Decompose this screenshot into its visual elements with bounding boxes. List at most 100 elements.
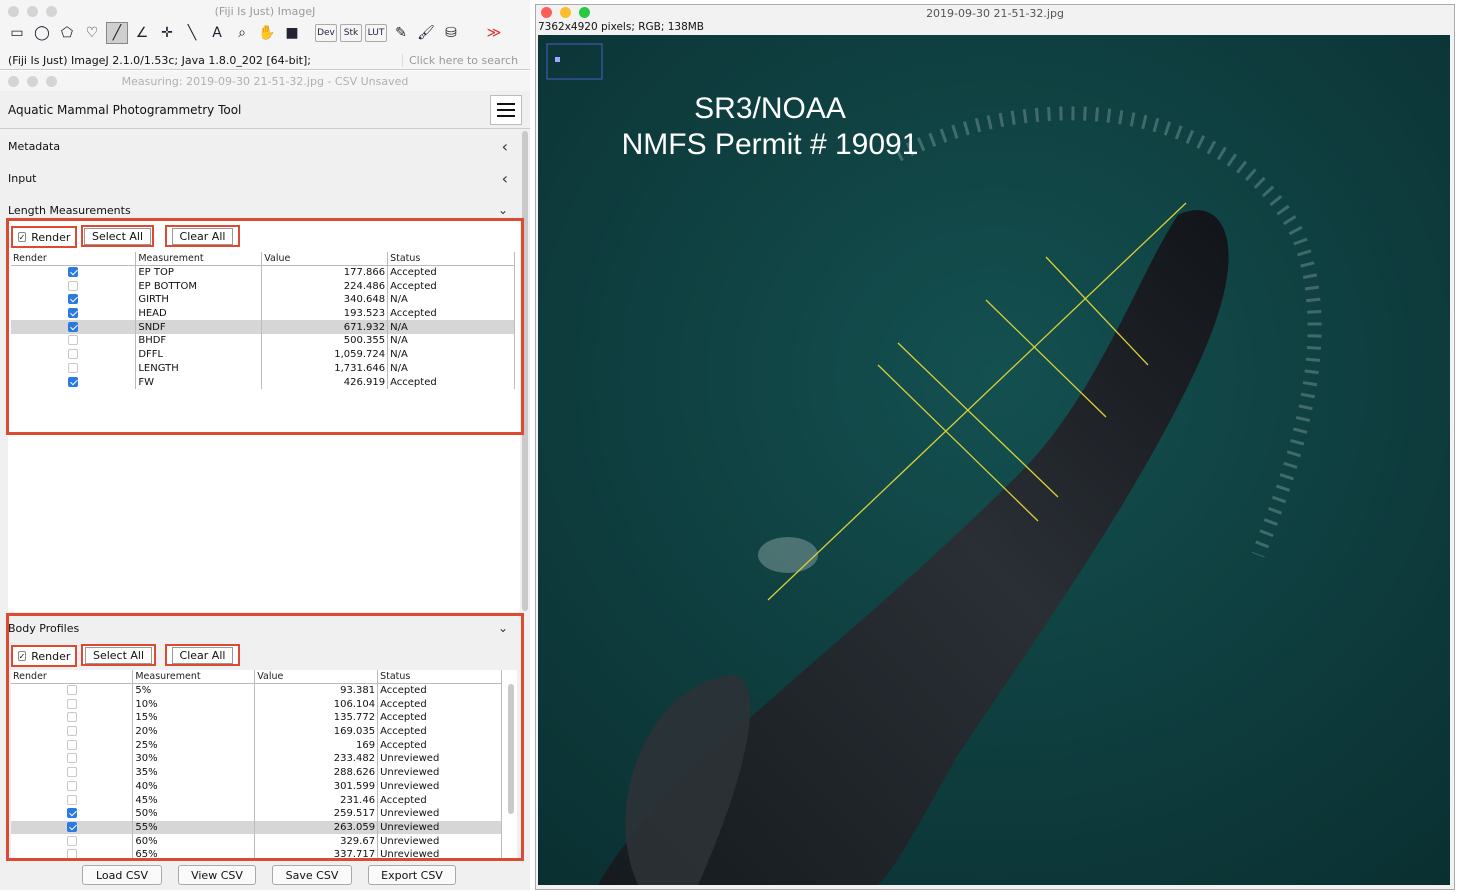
body-row[interactable]: 5% 93.381 Accepted (11, 683, 502, 698)
render-cell[interactable] (11, 361, 137, 376)
body-row[interactable]: 55% 263.059 Unreviewed (11, 820, 502, 835)
chevron-down-icon[interactable]: ⌄ (498, 203, 508, 217)
line-tool-icon[interactable]: ╱ (106, 22, 128, 44)
status-cell[interactable]: N/A (387, 347, 515, 362)
checkbox-checked-icon[interactable] (68, 294, 79, 305)
render-cell[interactable] (11, 779, 134, 794)
value-cell[interactable]: 169 (254, 738, 379, 753)
value-cell[interactable]: 93.381 (254, 683, 379, 698)
status-cell[interactable]: N/A (387, 361, 515, 376)
length-row[interactable]: BHDF 500.355 N/A (11, 334, 515, 348)
zoom-dot[interactable] (46, 76, 57, 87)
render-cell[interactable] (11, 724, 134, 739)
measurement-cell[interactable]: DFFL (135, 347, 263, 362)
checkbox-icon[interactable] (66, 835, 77, 846)
measurement-cell[interactable]: 45% (132, 793, 256, 807)
measurement-cell[interactable]: 60% (132, 834, 256, 848)
measurement-cell[interactable]: 35% (132, 765, 256, 780)
polygon-tool-icon[interactable]: ⬠ (56, 22, 78, 44)
render-cell[interactable] (11, 847, 134, 858)
minimize-dot[interactable] (27, 76, 38, 87)
value-cell[interactable]: 426.919 (261, 375, 389, 389)
checkbox-icon[interactable] (66, 712, 77, 723)
value-cell[interactable]: 231.46 (254, 793, 379, 807)
body-row[interactable]: 20% 169.035 Accepted (11, 724, 502, 739)
checkbox-icon[interactable] (68, 362, 79, 373)
checkbox-icon[interactable] (66, 780, 77, 791)
length-row[interactable]: EP TOP 177.866 Accepted (11, 265, 515, 280)
measurement-cell[interactable]: EP TOP (135, 265, 263, 280)
status-cell[interactable]: Unreviewed (377, 847, 502, 858)
body-render-toggle[interactable]: ✓ Render (11, 645, 77, 667)
checkbox-icon[interactable] (66, 794, 77, 805)
col-value[interactable]: Value (254, 670, 379, 685)
length-row[interactable]: DFFL 1,059.724 N/A (11, 347, 515, 362)
brush-tool-icon[interactable]: 🖌 (415, 22, 437, 44)
measurement-cell[interactable]: 65% (132, 847, 256, 858)
status-cell[interactable]: Accepted (377, 697, 502, 712)
checkbox-checked-icon[interactable] (68, 267, 79, 278)
render-cell[interactable] (11, 738, 134, 753)
value-cell[interactable]: 1,731.646 (261, 361, 389, 376)
color-picker-icon[interactable]: ■ (281, 22, 303, 44)
value-cell[interactable]: 671.932 (261, 320, 389, 335)
magnifier-tool-icon[interactable]: ⌕ (231, 22, 253, 44)
measurement-cell[interactable]: HEAD (135, 306, 263, 321)
status-cell[interactable]: Accepted (377, 711, 502, 725)
render-cell[interactable] (11, 306, 137, 321)
hand-tool-icon[interactable]: ✋ (256, 22, 278, 44)
oval-tool-icon[interactable]: ◯ (31, 22, 53, 44)
render-cell[interactable] (11, 334, 137, 348)
checkbox-icon[interactable] (66, 739, 77, 750)
text-tool-icon[interactable]: A (206, 22, 228, 44)
render-cell[interactable] (11, 279, 137, 294)
length-row[interactable]: SNDF 671.932 N/A (11, 320, 515, 335)
status-cell[interactable]: Unreviewed (377, 765, 502, 780)
value-cell[interactable]: 340.648 (261, 293, 389, 307)
status-cell[interactable]: N/A (387, 334, 515, 348)
value-cell[interactable]: 193.523 (261, 306, 389, 321)
checkbox-icon[interactable] (68, 335, 79, 346)
body-row[interactable]: 50% 259.517 Unreviewed (11, 806, 502, 821)
length-row[interactable]: LENGTH 1,731.646 N/A (11, 361, 515, 376)
body-row[interactable]: 35% 288.626 Unreviewed (11, 765, 502, 780)
body-row[interactable]: 60% 329.67 Unreviewed (11, 834, 502, 848)
measurement-cell[interactable]: BHDF (135, 334, 263, 348)
checkbox-icon[interactable] (66, 685, 77, 696)
dev-tool-button[interactable]: Dev (315, 24, 337, 42)
render-cell[interactable] (11, 320, 137, 335)
status-cell[interactable]: Accepted (377, 793, 502, 807)
close-dot[interactable] (541, 7, 552, 18)
hamburger-menu-icon[interactable] (490, 94, 522, 125)
body-select-all-button[interactable]: Select All (81, 644, 156, 666)
status-cell[interactable]: Accepted (377, 683, 502, 698)
body-row[interactable]: 15% 135.772 Accepted (11, 711, 502, 725)
body-row[interactable]: 40% 301.599 Unreviewed (11, 779, 502, 794)
measurement-cell[interactable]: 50% (132, 806, 256, 821)
status-cell[interactable]: Unreviewed (377, 779, 502, 794)
view-csv-button[interactable]: View CSV (178, 865, 256, 885)
value-cell[interactable]: 500.355 (261, 334, 389, 348)
status-cell[interactable]: Accepted (387, 265, 515, 280)
image-canvas[interactable]: SR3/NOAA NMFS Permit # 19091 (538, 35, 1450, 885)
status-cell[interactable]: N/A (387, 293, 515, 307)
body-row[interactable]: 45% 231.46 Accepted (11, 793, 502, 807)
rectangle-tool-icon[interactable]: ▭ (6, 22, 28, 44)
body-row[interactable]: 65% 337.717 Unreviewed (11, 847, 502, 858)
zoom-dot[interactable] (46, 6, 57, 17)
measurement-cell[interactable]: EP BOTTOM (135, 279, 263, 294)
measurement-cell[interactable]: 40% (132, 779, 256, 794)
value-cell[interactable]: 135.772 (254, 711, 379, 725)
measurement-cell[interactable]: GIRTH (135, 293, 263, 307)
col-measurement[interactable]: Measurement (132, 670, 256, 685)
render-cell[interactable] (11, 834, 134, 848)
search-input[interactable]: Click here to search (402, 53, 522, 67)
col-value[interactable]: Value (261, 252, 389, 267)
render-cell[interactable] (11, 765, 134, 780)
checkbox-checked-icon[interactable] (66, 821, 77, 832)
value-cell[interactable]: 263.059 (254, 820, 379, 835)
body-row[interactable]: 30% 233.482 Unreviewed (11, 752, 502, 766)
value-cell[interactable]: 169.035 (254, 724, 379, 739)
length-row[interactable]: EP BOTTOM 224.486 Accepted (11, 279, 515, 294)
status-cell[interactable]: Accepted (387, 306, 515, 321)
